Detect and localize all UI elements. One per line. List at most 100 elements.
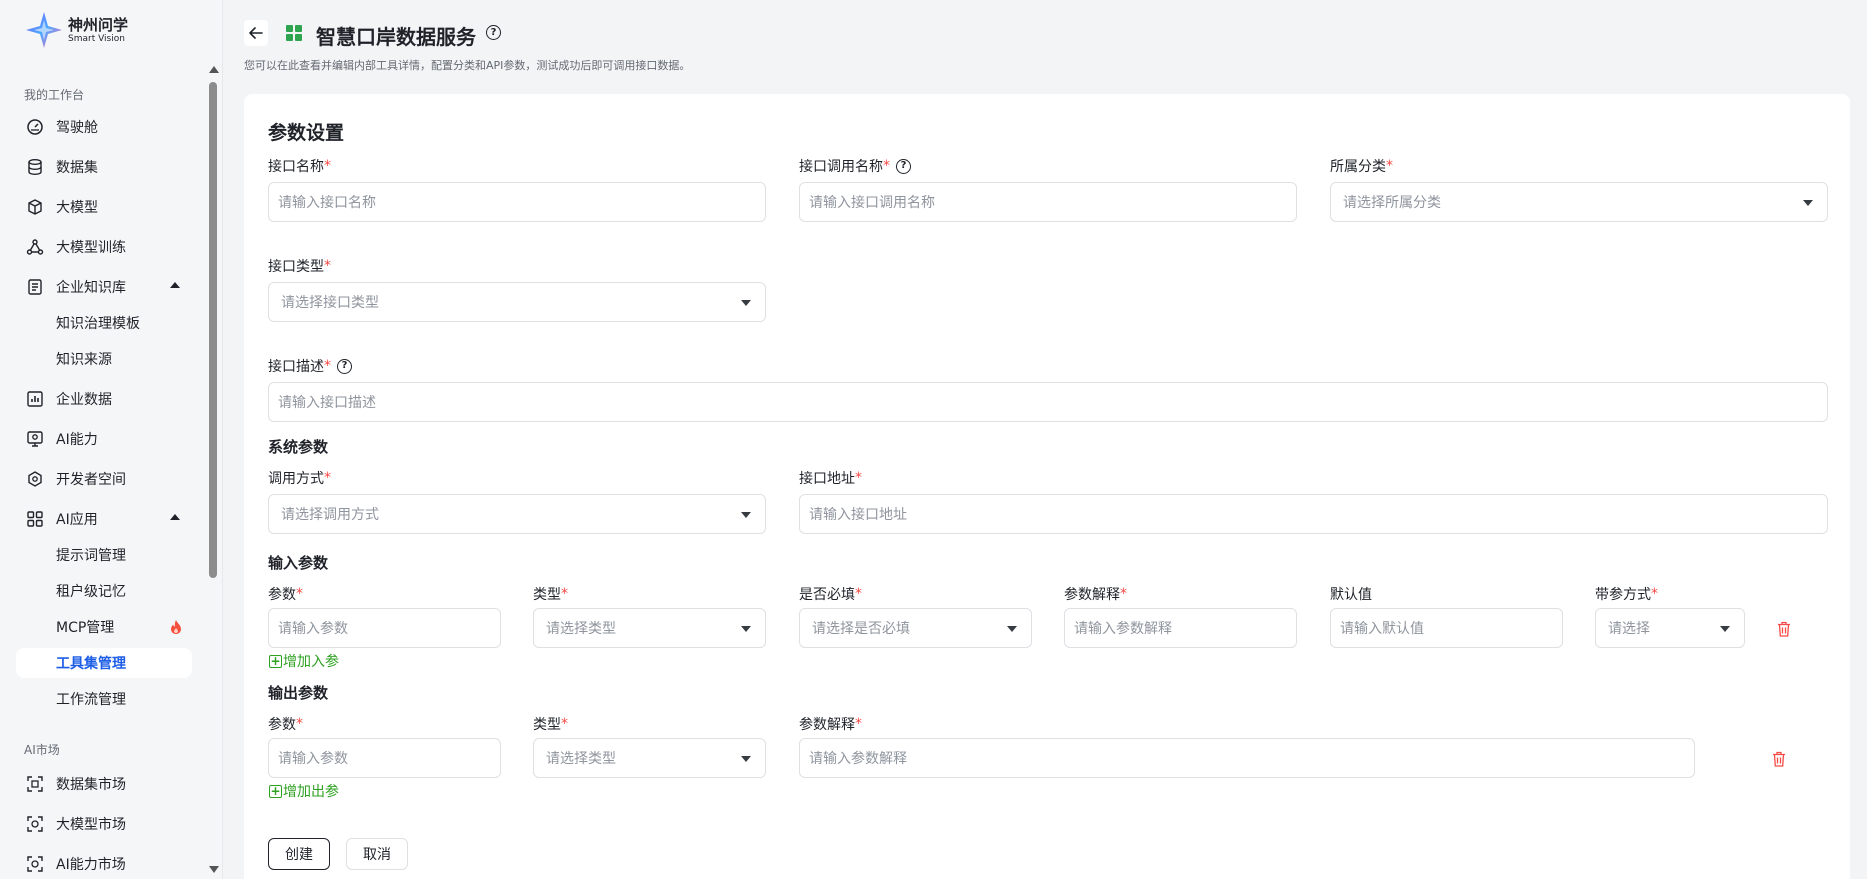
- chevron-up-icon[interactable]: [170, 282, 180, 288]
- help-icon[interactable]: ?: [896, 158, 911, 174]
- sidebar-item-developer-space[interactable]: 开发者空间: [16, 464, 192, 494]
- sidebar-item-mcp-manage[interactable]: MCP管理: [16, 612, 192, 642]
- sidebar-item-ai-app[interactable]: AI应用: [16, 504, 192, 534]
- plus-square-icon: +: [269, 784, 282, 798]
- input-required-select[interactable]: 请选择是否必填: [799, 608, 1032, 648]
- api-desc-input[interactable]: 请输入接口描述: [268, 382, 1828, 422]
- scroll-up-icon[interactable]: [209, 66, 219, 73]
- sidebar-item-cockpit[interactable]: 驾驶舱: [16, 112, 192, 142]
- ai-ability-icon: [26, 430, 44, 448]
- api-call-name-label: 接口调用名称 *?: [799, 156, 911, 176]
- scroll-down-icon[interactable]: [209, 866, 219, 873]
- page-title: 智慧口岸数据服务: [316, 25, 476, 49]
- input-explain-field[interactable]: 请输入参数解释: [1064, 608, 1297, 648]
- sidebar-item-label: 大模型训练: [56, 240, 126, 256]
- input-required-label: 是否必填 *: [799, 586, 862, 603]
- add-input-param-button[interactable]: + 增加入参: [269, 651, 339, 671]
- scan-icon: [26, 855, 44, 873]
- form-card: 参数设置 接口名称 * 请输入接口名称 接口调用名称 *? 请输入接口调用名称 所属…: [244, 94, 1850, 879]
- api-address-input[interactable]: 请输入接口地址: [799, 494, 1828, 534]
- input-param-label: 参数 *: [268, 586, 303, 603]
- sidebar-item-llm[interactable]: 大模型: [16, 192, 192, 222]
- api-call-name-input[interactable]: 请输入接口调用名称: [799, 182, 1297, 222]
- sidebar-item-label: MCP管理: [56, 620, 115, 636]
- scan-icon: [26, 775, 44, 793]
- brand-name: 神州问学: [68, 15, 129, 34]
- sidebar-item-enterprise-data[interactable]: 企业数据: [16, 384, 192, 414]
- input-method-select[interactable]: 请选择: [1595, 608, 1745, 648]
- page-description: 您可以在此查看并编辑内部工具详情，配置分类和API参数，测试成功后即可调用接口数…: [244, 59, 691, 72]
- sidebar-item-tenant-memory[interactable]: 租户级记忆: [16, 576, 192, 606]
- brand-name-en: Smart Vision: [68, 33, 125, 44]
- sidebar-item-knowledge-base[interactable]: 企业知识库: [16, 272, 192, 302]
- help-icon[interactable]: ?: [486, 25, 501, 40]
- section-title: 参数设置: [268, 122, 345, 144]
- sidebar-item-label: AI应用: [56, 512, 98, 528]
- sidebar-item-llm-market[interactable]: 大模型市场: [16, 809, 192, 839]
- chevron-up-icon[interactable]: [170, 514, 180, 520]
- api-address-label: 接口地址 *: [799, 470, 862, 487]
- section-label-market: AI市场: [24, 743, 60, 757]
- dashboard-icon: [26, 118, 44, 136]
- sidebar: 神州问学 Smart Vision 我的工作台 驾驶舱 数据集 大模型 大模型训…: [0, 0, 223, 879]
- sidebar-item-ai-ability[interactable]: AI能力: [16, 424, 192, 454]
- api-type-select[interactable]: 请选择接口类型: [268, 282, 766, 322]
- output-param-field[interactable]: 请输入参数: [268, 738, 501, 778]
- input-default-field[interactable]: 请输入默认值: [1330, 608, 1563, 648]
- api-name-label: 接口名称 *: [268, 158, 331, 175]
- create-button[interactable]: 创建: [268, 838, 330, 870]
- sidebar-item-ai-ability-market[interactable]: AI能力市场: [16, 849, 192, 879]
- output-type-select[interactable]: 请选择类型: [533, 738, 766, 778]
- api-type-label: 接口类型 *: [268, 258, 331, 275]
- output-explain-field[interactable]: 请输入参数解释: [799, 738, 1695, 778]
- sidebar-item-dataset[interactable]: 数据集: [16, 152, 192, 182]
- brand-logo[interactable]: 神州问学 Smart Vision: [24, 10, 128, 50]
- sidebar-item-label: 数据集: [56, 160, 98, 176]
- input-params-title: 输入参数: [268, 554, 329, 572]
- grid-icon: [26, 510, 44, 528]
- system-params-title: 系统参数: [268, 438, 329, 456]
- input-explain-label: 参数解释 *: [1064, 586, 1127, 603]
- output-explain-label: 参数解释 *: [799, 716, 862, 733]
- input-type-select[interactable]: 请选择类型: [533, 608, 766, 648]
- sidebar-item-label: 开发者空间: [56, 472, 126, 488]
- sidebar-item-dataset-market[interactable]: 数据集市场: [16, 769, 192, 799]
- help-icon[interactable]: ?: [337, 358, 352, 374]
- sidebar-item-label: 大模型市场: [56, 817, 126, 833]
- call-method-select[interactable]: 请选择调用方式: [268, 494, 766, 534]
- sidebar-item-label: 数据集市场: [56, 777, 126, 793]
- input-method-label: 带参方式 *: [1595, 586, 1658, 603]
- sidebar-item-label: AI能力: [56, 432, 98, 448]
- sidebar-item-label: 大模型: [56, 200, 98, 216]
- sidebar-item-workflow-manage[interactable]: 工作流管理: [16, 684, 192, 714]
- output-params-title: 输出参数: [268, 684, 329, 702]
- call-method-label: 调用方式 *: [268, 470, 331, 487]
- input-param-field[interactable]: 请输入参数: [268, 608, 501, 648]
- api-name-input[interactable]: 请输入接口名称: [268, 182, 766, 222]
- trash-icon[interactable]: [1772, 751, 1786, 767]
- sidebar-scrollbar[interactable]: [206, 62, 220, 879]
- category-select[interactable]: 请选择所属分类: [1330, 182, 1828, 222]
- sidebar-item-prompt-manage[interactable]: 提示词管理: [16, 540, 192, 570]
- sidebar-item-label: AI能力市场: [56, 857, 126, 873]
- api-desc-label: 接口描述 *?: [268, 356, 352, 376]
- sidebar-item-label: 企业知识库: [56, 280, 126, 296]
- cancel-button[interactable]: 取消: [346, 838, 408, 870]
- sidebar-item-toolset-manage[interactable]: 工具集管理: [16, 648, 192, 678]
- fire-icon: [171, 620, 181, 634]
- sidebar-item-label: 企业数据: [56, 392, 112, 408]
- plus-square-icon: +: [269, 654, 282, 668]
- add-output-param-button[interactable]: + 增加出参: [269, 781, 339, 801]
- scan-icon: [26, 815, 44, 833]
- trash-icon[interactable]: [1777, 621, 1791, 637]
- output-param-label: 参数 *: [268, 716, 303, 733]
- sidebar-item-llm-training[interactable]: 大模型训练: [16, 232, 192, 262]
- back-button[interactable]: [244, 20, 268, 46]
- sidebar-item-label: 驾驶舱: [56, 120, 98, 136]
- sidebar-item-knowledge-template[interactable]: 知识治理模板: [16, 308, 192, 338]
- category-label: 所属分类 *: [1330, 158, 1393, 175]
- training-icon: [26, 238, 44, 256]
- scrollbar-thumb[interactable]: [209, 82, 217, 578]
- sidebar-item-knowledge-source[interactable]: 知识来源: [16, 344, 192, 374]
- arrow-left-icon: [249, 27, 263, 39]
